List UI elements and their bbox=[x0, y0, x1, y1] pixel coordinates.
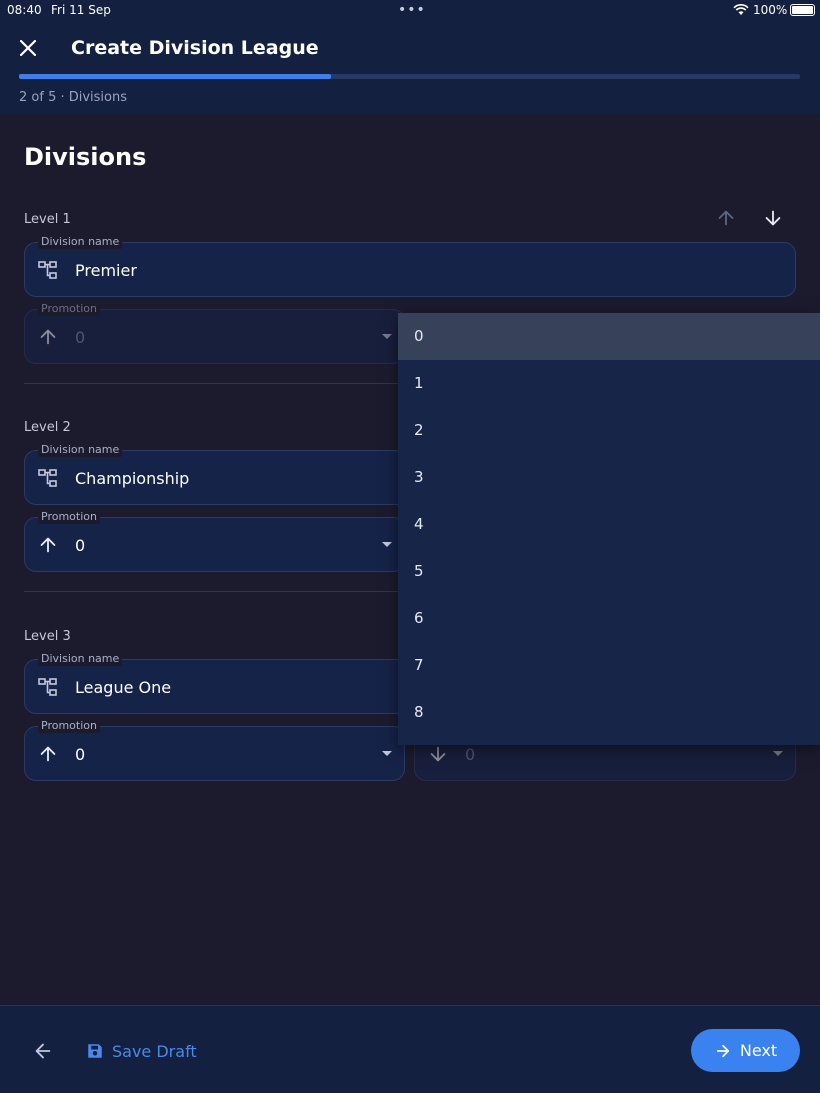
relegation-value: 0 bbox=[465, 745, 476, 764]
status-time: 08:40 bbox=[7, 3, 42, 17]
save-draft-button[interactable]: Save Draft bbox=[86, 1040, 197, 1062]
chevron-down-icon bbox=[382, 334, 392, 339]
field-label: Promotion bbox=[38, 510, 100, 524]
dropdown-option[interactable]: 0 bbox=[398, 313, 820, 360]
level-label: Level 3 bbox=[24, 629, 71, 644]
division-name-value: Premier bbox=[75, 261, 137, 280]
promotion-dropdown-menu: 012345678 bbox=[398, 313, 820, 745]
field-label: Promotion bbox=[38, 302, 100, 316]
field-label: Division name bbox=[38, 235, 123, 249]
status-bar: 08:40 Fri 11 Sep ••• 100% bbox=[0, 0, 820, 20]
dropdown-option[interactable]: 6 bbox=[398, 595, 820, 642]
dropdown-option[interactable]: 5 bbox=[398, 548, 820, 595]
chevron-down-icon bbox=[382, 751, 392, 756]
promotion-select[interactable]: Promotion 0 bbox=[24, 302, 405, 364]
division-name-field[interactable]: Division name Premier bbox=[24, 235, 796, 297]
battery-icon bbox=[790, 4, 815, 16]
back-arrow-icon[interactable] bbox=[32, 1040, 54, 1062]
section-title: Divisions bbox=[24, 143, 147, 171]
level-label: Level 2 bbox=[24, 420, 71, 435]
hierarchy-icon bbox=[38, 469, 57, 487]
hierarchy-icon bbox=[38, 678, 57, 696]
arrow-down-icon bbox=[430, 746, 446, 762]
step-label: 2 of 5 · Divisions bbox=[19, 90, 128, 105]
dropdown-option[interactable]: 4 bbox=[398, 501, 820, 548]
promotion-select[interactable]: Promotion 0 bbox=[24, 719, 405, 781]
dropdown-option[interactable]: 2 bbox=[398, 407, 820, 454]
app-bar: Create Division League 2 of 5 · Division… bbox=[0, 20, 820, 114]
wifi-icon bbox=[733, 4, 749, 15]
field-label: Promotion bbox=[38, 719, 100, 733]
wizard-progress-bar bbox=[19, 74, 800, 79]
battery-percentage: 100% bbox=[753, 3, 788, 17]
dropdown-option[interactable]: 1 bbox=[398, 360, 820, 407]
division-name-value: Championship bbox=[75, 469, 190, 488]
bottom-bar: Save Draft Next bbox=[0, 1005, 820, 1093]
arrow-up-icon bbox=[40, 329, 56, 345]
division-name-value: League One bbox=[75, 678, 172, 697]
dropdown-option[interactable]: 3 bbox=[398, 454, 820, 501]
next-button[interactable]: Next bbox=[691, 1029, 800, 1072]
level-label: Level 1 bbox=[24, 212, 71, 227]
promotion-value: 0 bbox=[75, 745, 86, 764]
wizard-progress-fill bbox=[19, 74, 332, 79]
floppy-disk-icon bbox=[88, 1044, 102, 1058]
field-label: Division name bbox=[38, 443, 123, 457]
page-title: Create Division League bbox=[71, 37, 319, 59]
dropdown-option[interactable]: 8 bbox=[398, 689, 820, 736]
dropdown-option[interactable]: 7 bbox=[398, 642, 820, 689]
arrow-right-icon bbox=[716, 1044, 729, 1057]
multitasking-dots-icon: ••• bbox=[398, 2, 426, 18]
close-icon[interactable] bbox=[16, 36, 40, 60]
arrow-up-icon bbox=[40, 537, 56, 553]
promotion-value: 0 bbox=[75, 328, 86, 347]
chevron-down-icon bbox=[382, 542, 392, 547]
save-draft-label: Save Draft bbox=[112, 1041, 197, 1061]
hierarchy-icon bbox=[38, 261, 57, 279]
arrow-up-icon bbox=[40, 746, 56, 762]
move-up-icon[interactable] bbox=[715, 207, 737, 229]
field-label: Division name bbox=[38, 652, 123, 666]
promotion-select[interactable]: Promotion 0 bbox=[24, 510, 405, 572]
promotion-value: 0 bbox=[75, 536, 86, 555]
chevron-down-icon bbox=[773, 751, 783, 756]
status-date: Fri 11 Sep bbox=[51, 3, 111, 17]
next-button-label: Next bbox=[739, 1041, 778, 1060]
move-down-icon[interactable] bbox=[762, 207, 784, 229]
